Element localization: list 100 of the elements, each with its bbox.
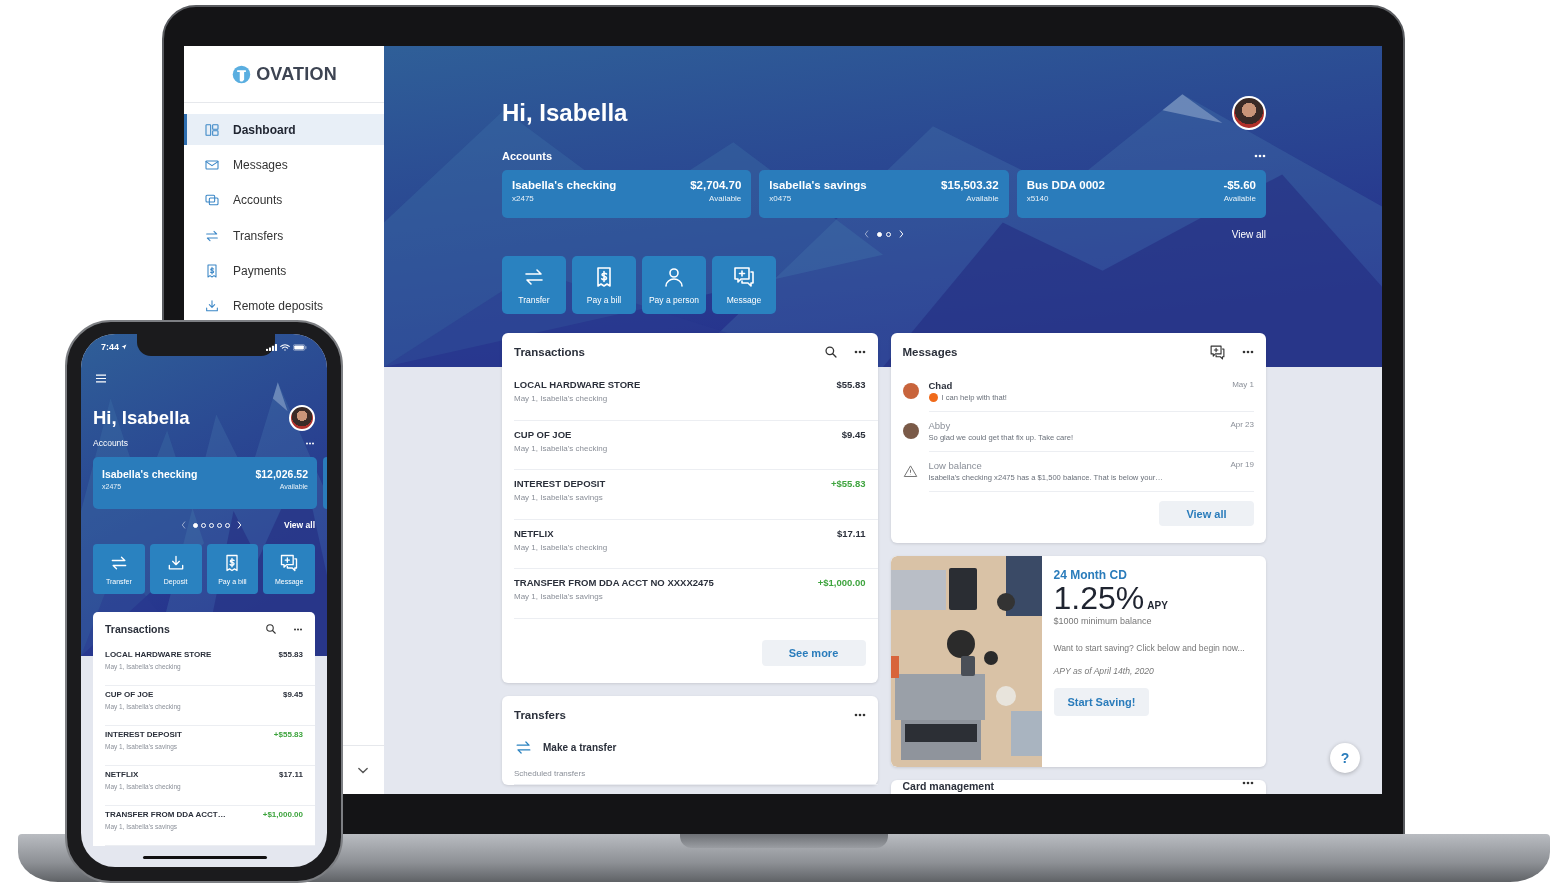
nav-item[interactable]: Payments	[184, 255, 384, 287]
transaction-name: CUP OF JOE	[514, 428, 573, 440]
signal-icon	[266, 343, 277, 351]
section-label: Accounts	[502, 150, 553, 162]
transaction-amount: $9.45	[282, 690, 303, 701]
chevron-left-icon[interactable]	[180, 521, 186, 529]
more-icon[interactable]	[1242, 350, 1254, 354]
more-icon[interactable]	[853, 712, 866, 717]
pillar-logo-icon	[231, 63, 253, 85]
transaction-detail: May 1, Isabella's savings	[514, 493, 604, 502]
more-icon[interactable]	[853, 350, 866, 354]
transaction-detail: May 1, Isabella's checking	[514, 542, 608, 552]
subheading: Scheduled transfers	[514, 768, 878, 785]
page-dot[interactable]	[192, 522, 198, 528]
account-balance: $2,704.70	[690, 179, 742, 191]
section-label: Accounts	[93, 438, 128, 448]
action-tile[interactable]: Message	[712, 256, 776, 314]
message-date: Apr 23	[1230, 419, 1254, 431]
chevron-down-icon[interactable]	[358, 766, 368, 774]
view-all-button[interactable]: View all	[1159, 501, 1254, 526]
action-tile[interactable]: Pay a person	[642, 256, 706, 314]
chevron-left-icon[interactable]	[864, 230, 869, 238]
balance-label: Available	[966, 194, 999, 203]
nav-item[interactable]: Remote deposits	[184, 290, 384, 322]
menu-icon[interactable]	[96, 374, 106, 383]
page-dot[interactable]	[877, 231, 882, 237]
see-more-button[interactable]: See more	[761, 639, 866, 666]
chat-plus-icon	[1209, 343, 1226, 361]
account-name: Isabella's checking	[102, 468, 198, 480]
account-balance: -$5.60	[1223, 179, 1256, 191]
view-all-link[interactable]: View all	[283, 520, 315, 530]
card-title: Transfers	[514, 708, 566, 721]
transaction-name: TRANSFER FROM DDA ACCT…	[105, 810, 226, 819]
more-icon[interactable]	[1242, 781, 1254, 785]
card-title: Messages	[902, 346, 958, 358]
action-tile[interactable]: Pay a bill	[572, 256, 636, 314]
nav-item[interactable]: Messages	[184, 149, 384, 181]
balance-label: Available	[709, 194, 742, 203]
start-saving-button[interactable]: Start Saving!	[1053, 688, 1150, 717]
more-icon[interactable]	[1254, 154, 1266, 158]
battery-icon	[293, 343, 307, 351]
transaction-name: TRANSFER FROM DDA ACCT NO XXXX2475	[514, 577, 714, 588]
transaction-name: INTEREST DEPOSIT	[514, 478, 606, 489]
message-sender: Chad	[928, 379, 953, 391]
transaction-name: LOCAL HARDWARE STORE	[105, 650, 212, 659]
transaction-amount: +$1,000.00	[817, 577, 866, 590]
account-balance: $12,026.52	[255, 468, 308, 480]
search-icon[interactable]	[265, 623, 277, 635]
location-arrow-icon	[121, 344, 127, 350]
transaction-name: LOCAL HARDWARE STORE	[514, 379, 641, 390]
transaction-amount: $55.83	[278, 650, 303, 661]
transaction-amount: +$1,000.00	[262, 810, 303, 821]
chevron-right-icon[interactable]	[899, 230, 904, 238]
greeting: Hi, Isabella	[93, 407, 190, 429]
message-date: Apr 19	[1230, 459, 1254, 471]
account-name: Bus DDA 0002	[1026, 179, 1105, 191]
disclaimer: APY as of April 14th, 2020	[1053, 666, 1154, 677]
message-date: May 1	[1232, 379, 1254, 391]
account-card[interactable]: Bus DDA 0002 x5140 -$5.60 Available	[1016, 170, 1266, 218]
nav-item[interactable]: Transfers	[184, 220, 384, 252]
nav-item[interactable]: Accounts	[184, 184, 384, 216]
transaction-amount: $55.83	[836, 379, 866, 392]
search-icon[interactable]	[823, 345, 838, 359]
dashboard-icon	[204, 121, 220, 138]
chat-plus-icon	[732, 265, 756, 289]
rate-unit: APY	[1147, 600, 1168, 611]
transaction-amount: +$55.83	[830, 478, 866, 491]
transaction-name: NETFLIX	[105, 770, 140, 779]
transaction-detail: May 1, Isabella's checking	[514, 394, 609, 403]
view-all-link[interactable]: View all	[1231, 228, 1266, 240]
card-title: Card management	[902, 781, 995, 792]
transaction-name: CUP OF JOE	[105, 690, 155, 699]
account-number: x5140	[1026, 194, 1050, 203]
transaction-amount: $17.11	[278, 770, 303, 781]
brand-name: OVATION	[256, 63, 337, 85]
account-card[interactable]: Isabella's checking x2475 $2,704.70 Available	[502, 170, 752, 218]
transaction-name: NETFLIX	[514, 527, 555, 539]
status-time: 7:44	[101, 342, 119, 352]
unread-dot	[928, 392, 938, 402]
message-sender: Abby	[928, 419, 951, 431]
more-icon[interactable]	[305, 441, 315, 445]
transaction-detail: May 1, Isabella's savings	[514, 592, 604, 601]
help-button[interactable]: ?	[1330, 743, 1360, 773]
message-sender: Low balance	[928, 459, 982, 471]
account-name: Isabella's checking	[512, 179, 617, 191]
transaction-amount: +$55.83	[273, 730, 303, 741]
receipt-icon	[204, 263, 220, 280]
account-card[interactable]: Isabella's savings x0475 $15,503.32 Available	[759, 170, 1009, 218]
transaction-detail: May 1, Isabella's checking	[514, 443, 608, 453]
nav-item[interactable]: Dashboard	[184, 114, 384, 145]
greeting: Hi, Isabella	[502, 99, 628, 127]
balance-label: Available	[1223, 194, 1256, 203]
action-tile[interactable]: Transfer	[502, 256, 566, 314]
chat-plus-icon	[279, 553, 300, 573]
account-name: Isabella's savings	[769, 179, 867, 191]
more-icon[interactable]	[293, 627, 303, 631]
transaction-amount: $17.11	[836, 527, 866, 541]
card-title: Transactions	[105, 623, 170, 635]
chevron-right-icon[interactable]	[236, 521, 242, 529]
make-transfer-link[interactable]: Make a transfer	[502, 733, 878, 761]
